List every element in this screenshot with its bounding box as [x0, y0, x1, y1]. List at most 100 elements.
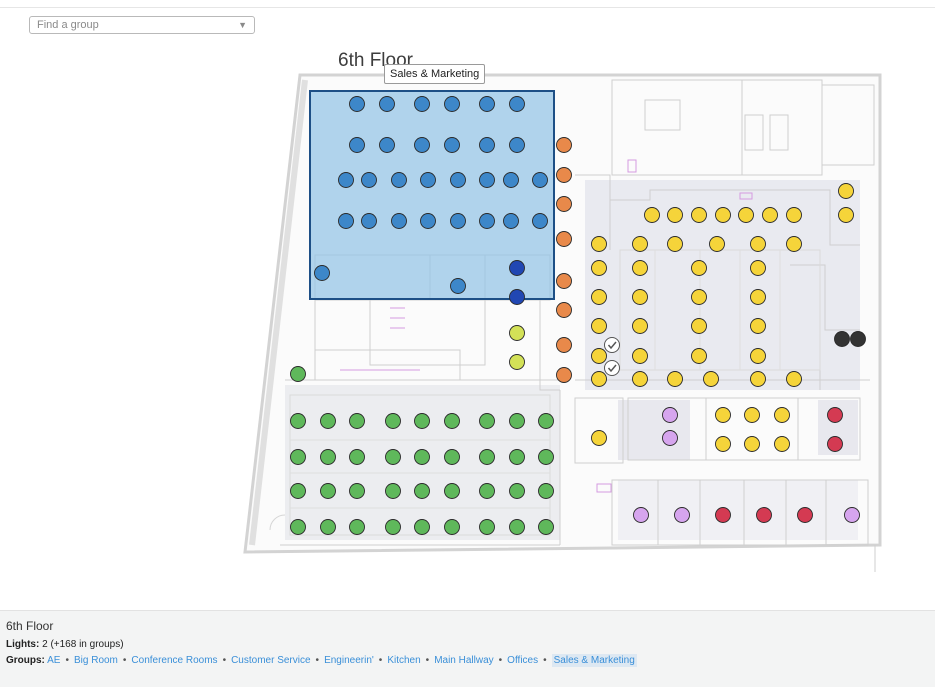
- light-green[interactable]: [320, 449, 336, 465]
- light-sales[interactable]: [420, 213, 436, 229]
- light-yellow[interactable]: [691, 207, 707, 223]
- light-sales[interactable]: [314, 265, 330, 281]
- checkmark-icon[interactable]: [604, 360, 620, 376]
- light-yellow[interactable]: [738, 207, 754, 223]
- light-yellow[interactable]: [744, 436, 760, 452]
- light-green[interactable]: [444, 413, 460, 429]
- light-yellow[interactable]: [691, 318, 707, 334]
- group-link-ae[interactable]: AE: [47, 655, 60, 666]
- light-sales[interactable]: [503, 213, 519, 229]
- light-green[interactable]: [479, 449, 495, 465]
- light-green[interactable]: [479, 483, 495, 499]
- light-purple[interactable]: [662, 430, 678, 446]
- light-sales[interactable]: [532, 172, 548, 188]
- light-green[interactable]: [444, 449, 460, 465]
- light-yellow[interactable]: [786, 371, 802, 387]
- light-yellow[interactable]: [838, 207, 854, 223]
- light-sales[interactable]: [509, 289, 525, 305]
- light-yellow[interactable]: [750, 260, 766, 276]
- light-green[interactable]: [538, 449, 554, 465]
- light-yellow[interactable]: [632, 236, 648, 252]
- light-sales[interactable]: [379, 137, 395, 153]
- light-yellow[interactable]: [774, 436, 790, 452]
- light-yellow[interactable]: [762, 207, 778, 223]
- light-yellow[interactable]: [667, 236, 683, 252]
- light-green[interactable]: [538, 519, 554, 535]
- light-green[interactable]: [290, 366, 306, 382]
- light-lime[interactable]: [509, 354, 525, 370]
- light-yellow[interactable]: [591, 371, 607, 387]
- light-green[interactable]: [385, 519, 401, 535]
- floor-plan-canvas[interactable]: [0, 0, 935, 600]
- light-yellow[interactable]: [750, 289, 766, 305]
- light-black[interactable]: [834, 331, 850, 347]
- light-sales[interactable]: [509, 137, 525, 153]
- light-sales[interactable]: [338, 172, 354, 188]
- light-yellow[interactable]: [744, 407, 760, 423]
- light-orange[interactable]: [556, 337, 572, 353]
- light-sales[interactable]: [509, 96, 525, 112]
- light-sales[interactable]: [391, 213, 407, 229]
- light-green[interactable]: [320, 519, 336, 535]
- light-yellow[interactable]: [691, 260, 707, 276]
- light-sales[interactable]: [338, 213, 354, 229]
- light-purple[interactable]: [844, 507, 860, 523]
- light-green[interactable]: [444, 519, 460, 535]
- light-yellow[interactable]: [644, 207, 660, 223]
- group-link-sales-marketing[interactable]: Sales & Marketing: [551, 654, 637, 667]
- light-green[interactable]: [509, 483, 525, 499]
- light-sales[interactable]: [361, 213, 377, 229]
- light-green[interactable]: [320, 413, 336, 429]
- light-yellow[interactable]: [632, 371, 648, 387]
- light-green[interactable]: [538, 483, 554, 499]
- light-yellow[interactable]: [838, 183, 854, 199]
- light-yellow[interactable]: [786, 207, 802, 223]
- light-yellow[interactable]: [786, 236, 802, 252]
- light-yellow[interactable]: [750, 371, 766, 387]
- checkmark-icon[interactable]: [604, 337, 620, 353]
- light-orange[interactable]: [556, 302, 572, 318]
- light-black[interactable]: [850, 331, 866, 347]
- light-sales[interactable]: [479, 172, 495, 188]
- light-sales[interactable]: [509, 260, 525, 276]
- light-sales[interactable]: [379, 96, 395, 112]
- light-purple[interactable]: [662, 407, 678, 423]
- group-link-big-room[interactable]: Big Room: [74, 655, 118, 666]
- light-sales[interactable]: [444, 137, 460, 153]
- light-yellow[interactable]: [691, 289, 707, 305]
- light-green[interactable]: [290, 483, 306, 499]
- light-purple[interactable]: [674, 507, 690, 523]
- light-green[interactable]: [290, 519, 306, 535]
- floor-plan[interactable]: [0, 0, 935, 600]
- light-yellow[interactable]: [750, 236, 766, 252]
- light-sales[interactable]: [450, 278, 466, 294]
- light-orange[interactable]: [556, 137, 572, 153]
- light-yellow[interactable]: [715, 207, 731, 223]
- light-red[interactable]: [715, 507, 731, 523]
- light-lime[interactable]: [509, 325, 525, 341]
- light-yellow[interactable]: [632, 260, 648, 276]
- light-sales[interactable]: [420, 172, 436, 188]
- group-link-customer-service[interactable]: Customer Service: [231, 655, 310, 666]
- light-sales[interactable]: [479, 213, 495, 229]
- light-yellow[interactable]: [591, 348, 607, 364]
- light-yellow[interactable]: [750, 348, 766, 364]
- light-green[interactable]: [385, 483, 401, 499]
- light-orange[interactable]: [556, 167, 572, 183]
- light-yellow[interactable]: [715, 436, 731, 452]
- light-green[interactable]: [509, 449, 525, 465]
- light-green[interactable]: [290, 413, 306, 429]
- light-sales[interactable]: [503, 172, 519, 188]
- light-purple[interactable]: [633, 507, 649, 523]
- light-green[interactable]: [385, 449, 401, 465]
- light-yellow[interactable]: [632, 318, 648, 334]
- light-sales[interactable]: [479, 96, 495, 112]
- light-orange[interactable]: [556, 273, 572, 289]
- light-green[interactable]: [385, 413, 401, 429]
- light-green[interactable]: [349, 519, 365, 535]
- light-green[interactable]: [290, 449, 306, 465]
- light-yellow[interactable]: [591, 260, 607, 276]
- light-green[interactable]: [538, 413, 554, 429]
- light-sales[interactable]: [391, 172, 407, 188]
- light-orange[interactable]: [556, 231, 572, 247]
